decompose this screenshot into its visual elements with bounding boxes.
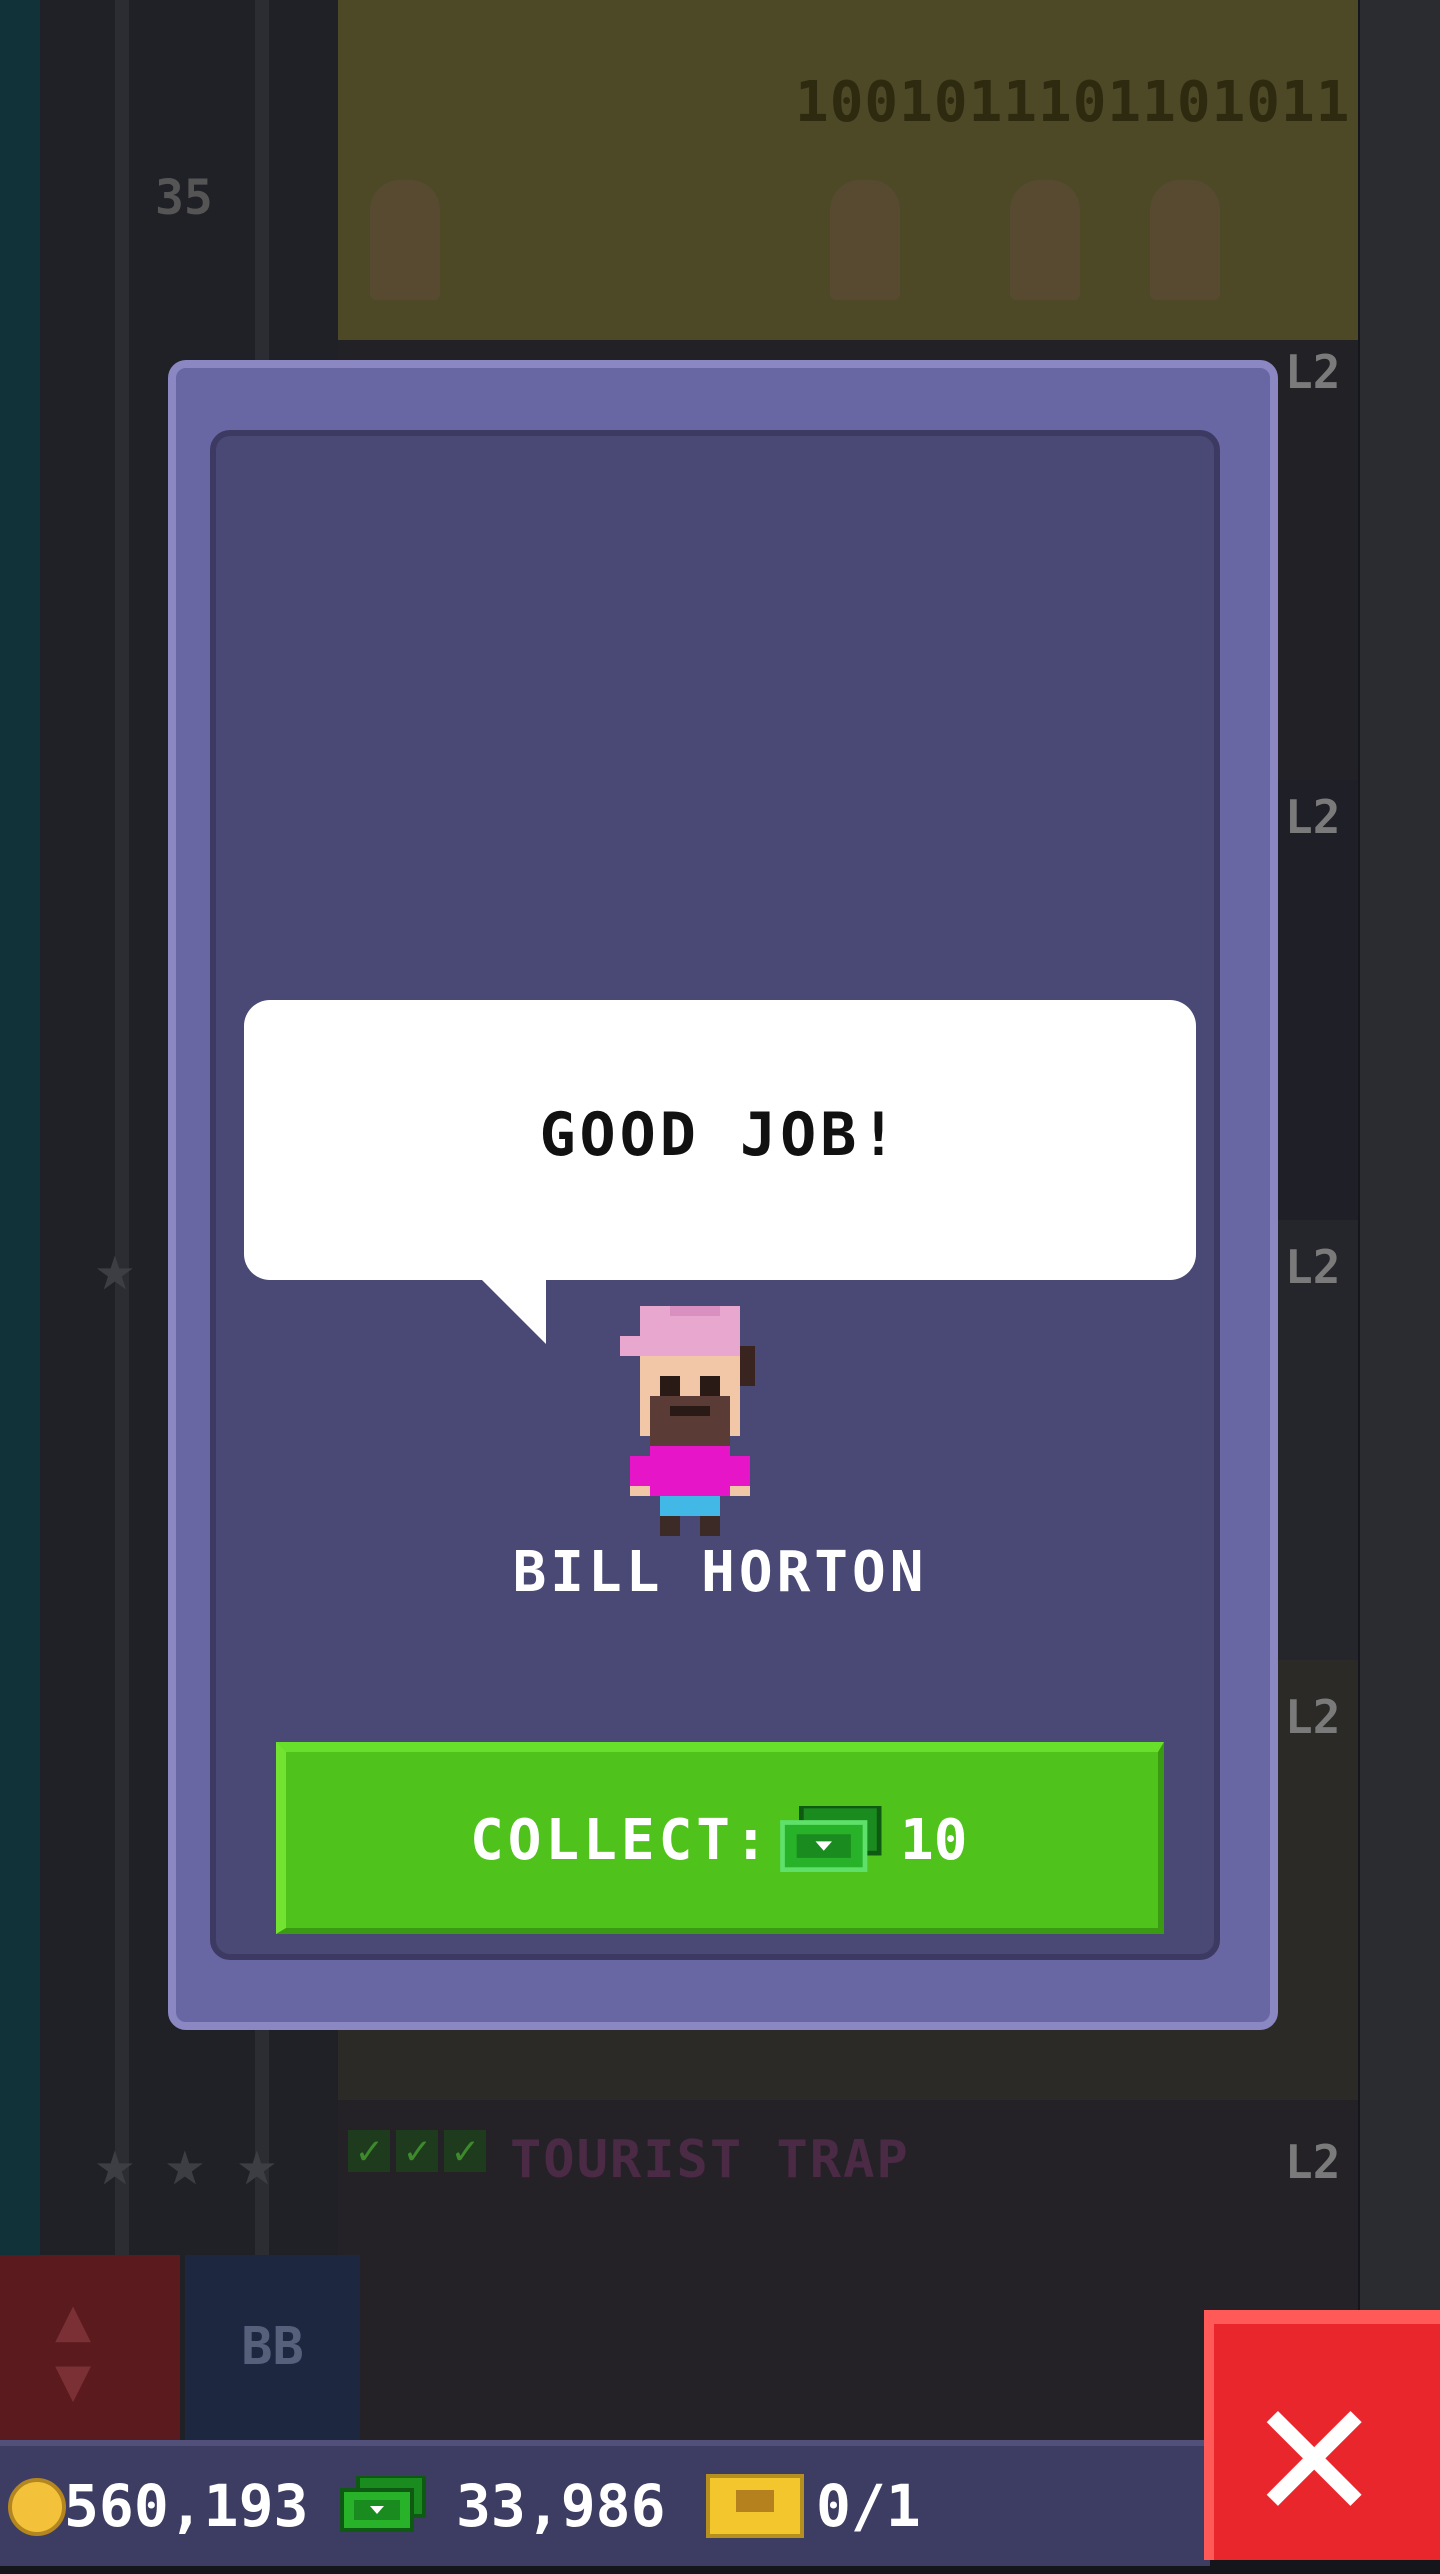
check-icon: ✓ [396, 2130, 438, 2172]
star-icon: ★ [95, 2124, 135, 2201]
shaft-edge [0, 0, 40, 2440]
bitizen-figure [830, 180, 900, 300]
close-button[interactable]: ✕ [1204, 2310, 1440, 2565]
check-icon: ✓ [348, 2130, 390, 2172]
collect-amount: 10 [900, 1808, 968, 1873]
star-icon: ★ [165, 2124, 205, 2201]
bitizen-figure [370, 180, 440, 300]
bitizen-figure [1150, 180, 1220, 300]
elevator-rail-left [115, 0, 129, 2440]
bitizen-figure [1010, 180, 1080, 300]
floor-level-label: L2 [1285, 790, 1341, 844]
check-icon: ✓ [444, 2130, 486, 2172]
character-name: BILL HORTON [512, 1540, 928, 1605]
floor-level-label: L2 [1285, 2135, 1341, 2189]
speech-bubble-tail [480, 1278, 546, 1344]
coins-count: 560,193 [64, 2472, 309, 2540]
bb-button[interactable]: BB [185, 2255, 360, 2440]
floor-level-label: L2 [1285, 1240, 1341, 1294]
floor-level-label: L2 [1285, 1690, 1341, 1744]
speech-text: GOOD JOB! [539, 1100, 901, 1170]
up-down-arrow-icon: ▲ ▼ [55, 2285, 92, 2415]
binary-wall-text: 1001011101101011 [795, 70, 1351, 135]
floor-number: 35 [155, 170, 213, 226]
bitizen-icon [620, 1306, 755, 1536]
close-icon: ✕ [1254, 2332, 1375, 2565]
right-rail [1360, 0, 1440, 2440]
collect-label: COLLECT: [470, 1808, 772, 1873]
floor-level-label: L2 [1285, 345, 1341, 399]
star-icon: ★ [237, 2124, 277, 2201]
bux-icon [340, 2476, 426, 2532]
star-icon: ★ [95, 1229, 135, 1306]
coin-icon [8, 2478, 66, 2536]
floor-name: TOURIST TRAP [510, 2130, 910, 2190]
bux-icon [780, 1806, 882, 1872]
golden-ticket-icon [706, 2474, 804, 2538]
bux-count: 33,986 [456, 2472, 666, 2540]
tickets-count: 0/1 [816, 2472, 921, 2540]
